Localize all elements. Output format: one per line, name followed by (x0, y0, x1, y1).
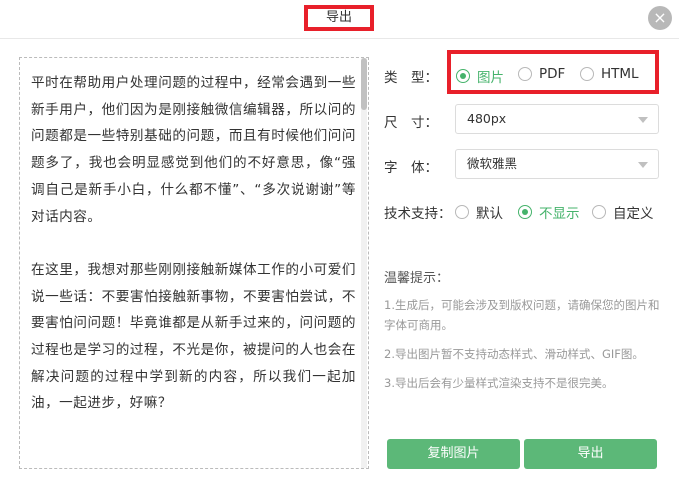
type-option-image[interactable]: 图片 (456, 66, 504, 86)
radio-checked-icon (456, 69, 470, 83)
dialog-header: 导出 × (0, 0, 679, 39)
support-label: 技术支持： (384, 206, 452, 222)
preview-paragraph-2: 在这里，我想对那些刚刚接触新媒体工作的小可爱们说一些话：不要害怕接触新事物，不要… (31, 261, 356, 412)
export-button[interactable]: 导出 (524, 439, 657, 469)
scrollbar-thumb[interactable] (361, 58, 367, 110)
chevron-down-icon (638, 117, 648, 123)
font-select-value: 微软雅黑 (467, 156, 518, 171)
radio-unchecked-icon (518, 67, 532, 81)
chevron-down-icon (638, 162, 648, 168)
type-option-html[interactable]: HTML (580, 66, 639, 82)
type-label: 类 型： (384, 70, 438, 86)
support-option-default[interactable]: 默认 (455, 202, 503, 222)
type-option-pdf[interactable]: PDF (518, 66, 565, 82)
close-icon[interactable]: × (648, 6, 672, 30)
radio-unchecked-icon (455, 205, 469, 219)
preview-scrollbar[interactable] (361, 58, 367, 468)
preview-paragraph-1: 平时在帮助用户处理问题的过程中，经常会遇到一些新手用户，他们因为是刚接触微信编辑… (31, 75, 356, 225)
radio-checked-icon (518, 205, 532, 219)
preview-content: 平时在帮助用户处理问题的过程中，经常会遇到一些新手用户，他们因为是刚接触微信编辑… (31, 70, 356, 444)
copy-image-button[interactable]: 复制图片 (387, 439, 520, 469)
article-preview[interactable]: 平时在帮助用户处理问题的过程中，经常会遇到一些新手用户，他们因为是刚接触微信编辑… (19, 57, 369, 469)
size-select-value: 480px (467, 111, 507, 126)
radio-unchecked-icon (592, 205, 606, 219)
size-select[interactable]: 480px (455, 104, 659, 134)
tip-item-2: 2.导出图片暂不支持动态样式、滑动样式、GIF图。 (384, 347, 644, 361)
tip-item-1: 1.生成后，可能会涉及到版权问题，请确保您的图片和字体可商用。 (384, 298, 660, 332)
tip-item-3: 3.导出后会有少量样式渲染支持不是很完美。 (384, 376, 614, 390)
size-label: 尺 寸： (384, 115, 438, 131)
font-select[interactable]: 微软雅黑 (455, 149, 659, 179)
tips-title: 温馨提示： (384, 271, 450, 286)
radio-unchecked-icon (580, 67, 594, 81)
support-option-hide[interactable]: 不显示 (518, 202, 580, 222)
font-label: 字 体： (384, 160, 438, 176)
support-option-custom[interactable]: 自定义 (592, 202, 654, 222)
dialog-title: 导出 (304, 5, 374, 31)
